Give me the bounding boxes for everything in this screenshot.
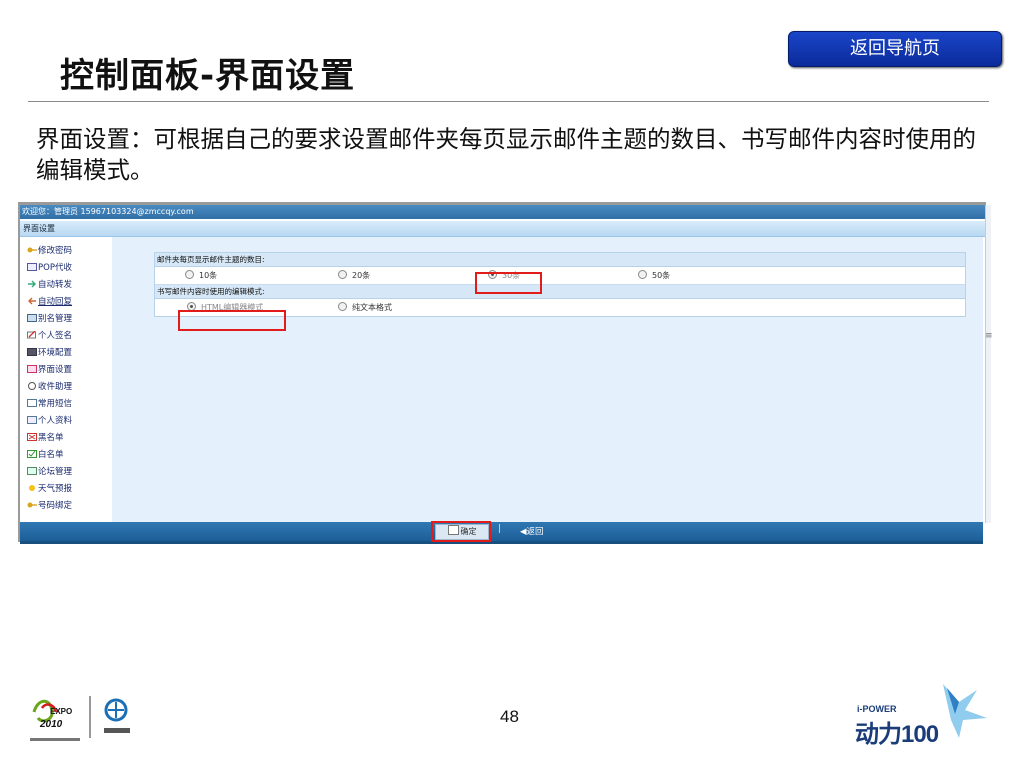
title-divider bbox=[28, 101, 989, 102]
sidebar-item-alias[interactable]: 别名管理 bbox=[27, 312, 72, 324]
back-to-navigation-button[interactable]: 返回导航页 bbox=[788, 31, 1002, 67]
per-page-option-50[interactable]: 50条 bbox=[638, 270, 670, 281]
sidebar-item-phone-bind[interactable]: 号码绑定 bbox=[27, 499, 72, 511]
inbox-icon bbox=[27, 382, 37, 390]
profile-icon bbox=[27, 416, 37, 424]
ipower-brand: 动力100 bbox=[855, 721, 939, 748]
sidebar-item-change-password[interactable]: 修改密码 bbox=[27, 244, 72, 256]
weather-icon bbox=[27, 484, 37, 492]
sidebar-item-inbox-assistant[interactable]: 收件助理 bbox=[27, 380, 72, 392]
sidebar-item-weather[interactable]: 天气预报 bbox=[27, 482, 72, 494]
ipower-text: i-POWER bbox=[857, 704, 897, 714]
forward-icon bbox=[27, 280, 37, 288]
sidebar-item-pop[interactable]: POP代收 bbox=[27, 261, 72, 273]
display-settings-form: 邮件夹每页显示邮件主题的数目: 10条 20条 30条 50条 书写邮件内容时使… bbox=[154, 252, 966, 317]
per-page-label: 邮件夹每页显示邮件主题的数目: bbox=[155, 253, 965, 267]
action-bar: 确定 | ◀返回 bbox=[20, 521, 983, 544]
slide-description: 界面设置：可根据自己的要求设置邮件夹每页显示邮件主题的数目、书写邮件内容时使用的… bbox=[36, 125, 976, 184]
forum-icon bbox=[27, 467, 37, 475]
slide-title: 控制面板-界面设置 bbox=[60, 56, 356, 96]
ipower-logo: i-POWER 动力100 bbox=[855, 680, 990, 750]
sidebar-item-auto-forward[interactable]: 自动转发 bbox=[27, 278, 72, 290]
key-icon bbox=[27, 246, 37, 254]
per-page-options: 10条 20条 30条 50条 bbox=[155, 267, 965, 285]
back-link[interactable]: ◀返回 bbox=[520, 525, 544, 537]
highlight-confirm bbox=[431, 521, 491, 542]
vertical-scrollbar[interactable] bbox=[985, 205, 991, 523]
welcome-bar: 欢迎您：管理员 15967103324@zmccqy.com bbox=[20, 205, 985, 219]
sidebar-item-profile[interactable]: 个人资料 bbox=[27, 414, 72, 426]
per-page-option-20[interactable]: 20条 bbox=[338, 270, 370, 281]
highlight-per-page-30 bbox=[475, 272, 542, 294]
reply-icon bbox=[27, 297, 37, 305]
radio-icon bbox=[638, 270, 647, 279]
section-title-bar: 界面设置 bbox=[20, 221, 986, 237]
editor-option-plain-text[interactable]: 纯文本格式 bbox=[338, 302, 392, 313]
whitelist-icon bbox=[27, 450, 37, 458]
sidebar-item-blacklist[interactable]: 黑名单 bbox=[27, 431, 64, 443]
settings-sidebar: 修改密码 POP代收 自动转发 自动回复 别名管理 个人签名 环境配置 界面设置… bbox=[20, 237, 110, 522]
blacklist-icon bbox=[27, 433, 37, 441]
sidebar-item-whitelist[interactable]: 白名单 bbox=[27, 448, 64, 460]
sidebar-item-signature[interactable]: 个人签名 bbox=[27, 329, 72, 341]
sidebar-item-auto-reply[interactable]: 自动回复 bbox=[27, 295, 72, 307]
alias-icon bbox=[27, 314, 37, 322]
pop-icon bbox=[27, 263, 37, 271]
page-number: 48 bbox=[500, 707, 519, 726]
sms-icon bbox=[27, 399, 37, 407]
sidebar-item-environment[interactable]: 环境配置 bbox=[27, 346, 72, 358]
phone-bind-icon bbox=[27, 501, 37, 509]
scroll-grip-icon: ≡ bbox=[985, 331, 993, 341]
expo-logo: EXPO 2010 bbox=[28, 690, 158, 750]
highlight-html-editor bbox=[178, 310, 286, 331]
sidebar-item-display-settings[interactable]: 界面设置 bbox=[27, 363, 72, 375]
per-page-option-10[interactable]: 10条 bbox=[185, 270, 217, 281]
expo-year: 2010 bbox=[40, 719, 63, 730]
sidebar-item-forum[interactable]: 论坛管理 bbox=[27, 465, 72, 477]
radio-icon bbox=[338, 270, 347, 279]
sidebar-item-sms[interactable]: 常用短信 bbox=[27, 397, 72, 409]
editor-mode-label: 书写邮件内容时使用的编辑模式: bbox=[155, 285, 965, 299]
settings-icon bbox=[27, 348, 37, 356]
embedded-mail-settings-screenshot: 欢迎您：管理员 15967103324@zmccqy.com 界面设置 修改密码… bbox=[20, 205, 991, 547]
display-icon bbox=[27, 365, 37, 373]
signature-icon bbox=[27, 330, 37, 339]
action-separator: | bbox=[498, 524, 502, 534]
radio-icon bbox=[185, 270, 194, 279]
expo-text: EXPO bbox=[50, 707, 73, 716]
settings-content: 邮件夹每页显示邮件主题的数目: 10条 20条 30条 50条 书写邮件内容时使… bbox=[112, 237, 983, 522]
radio-icon bbox=[338, 302, 347, 311]
